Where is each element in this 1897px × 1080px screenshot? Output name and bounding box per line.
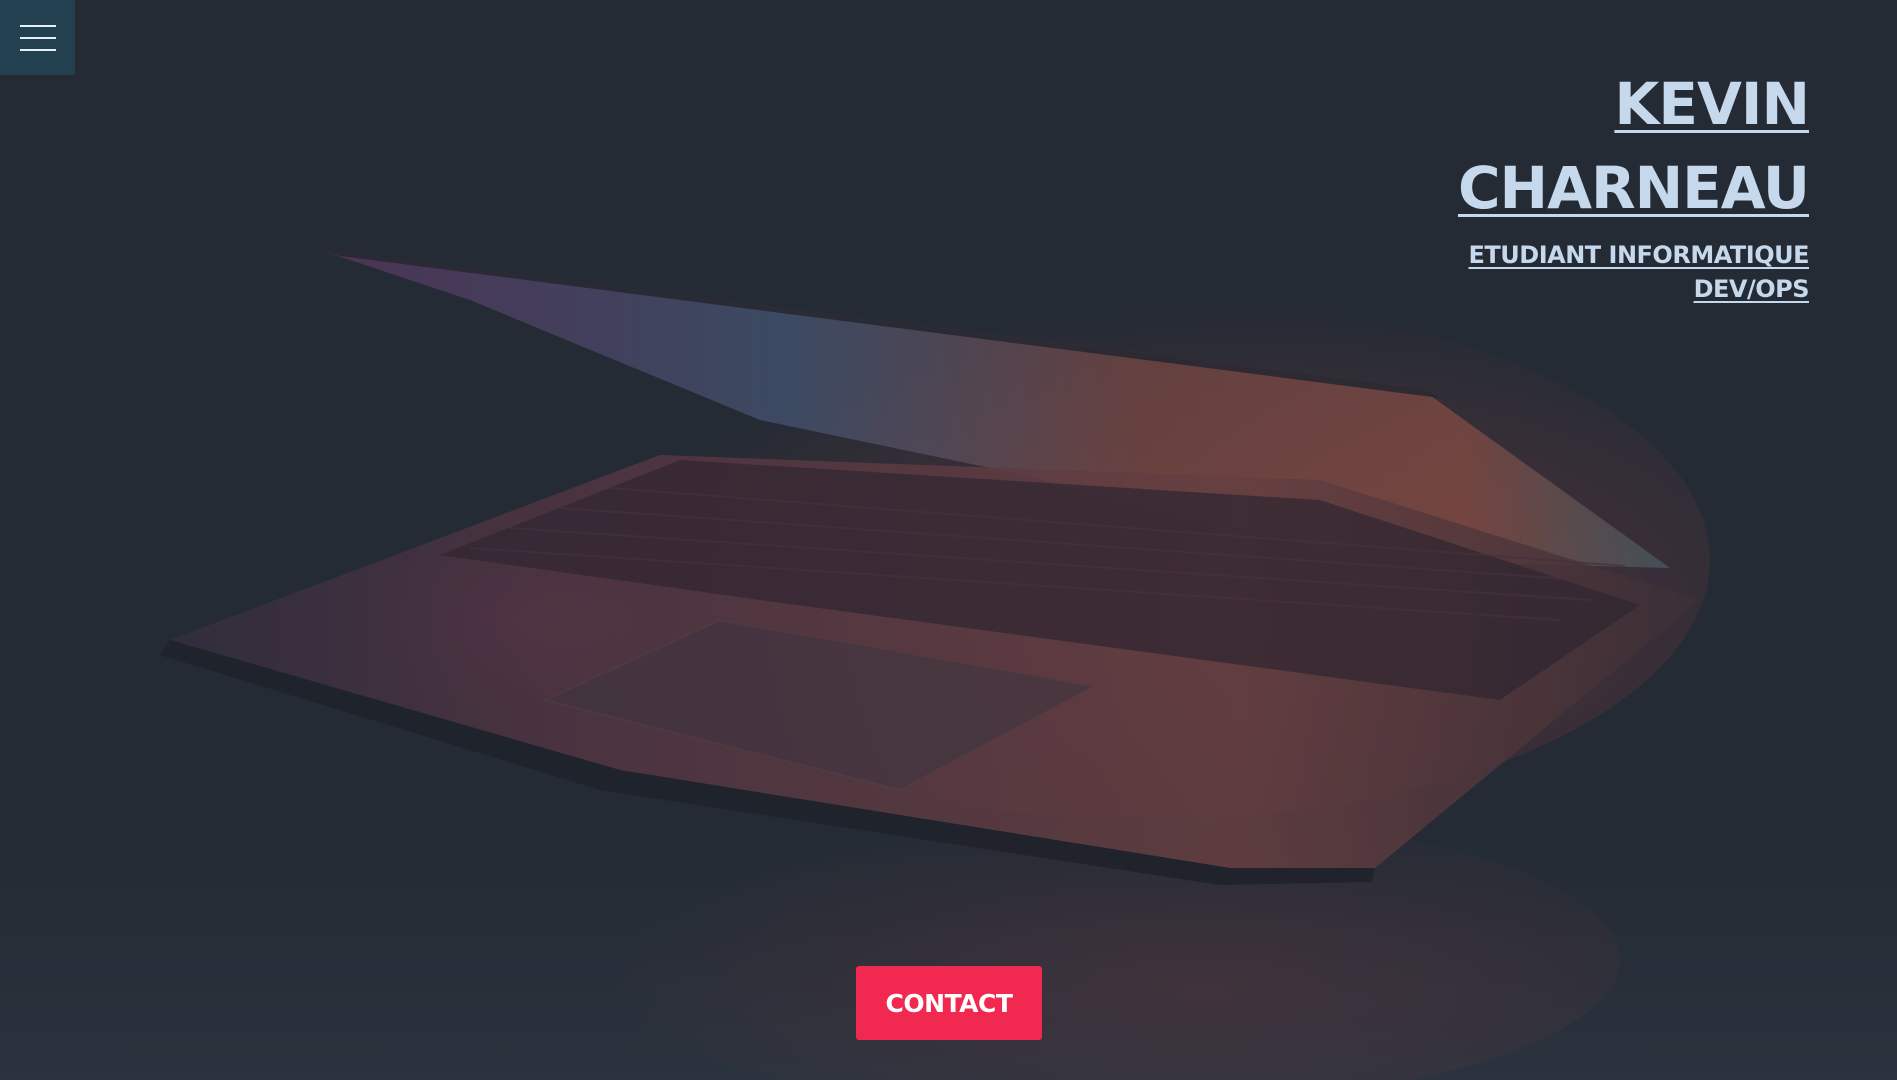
- hamburger-menu-icon-line: [20, 49, 56, 51]
- contact-button[interactable]: CONTACT: [856, 966, 1042, 1040]
- role-devops[interactable]: DEV/OPS: [1458, 272, 1810, 306]
- last-name[interactable]: CHARNEAU: [1458, 146, 1810, 230]
- hamburger-menu-icon: [20, 25, 56, 27]
- first-name[interactable]: KEVIN: [1458, 62, 1810, 146]
- role-student[interactable]: ETUDIANT INFORMATIQUE: [1458, 238, 1810, 272]
- site-title: KEVIN CHARNEAU ETUDIANT INFORMATIQUE DEV…: [1458, 62, 1810, 306]
- menu-button[interactable]: [0, 0, 75, 75]
- hamburger-menu-icon-line: [20, 37, 56, 39]
- role-subtitle: ETUDIANT INFORMATIQUE DEV/OPS: [1458, 238, 1810, 306]
